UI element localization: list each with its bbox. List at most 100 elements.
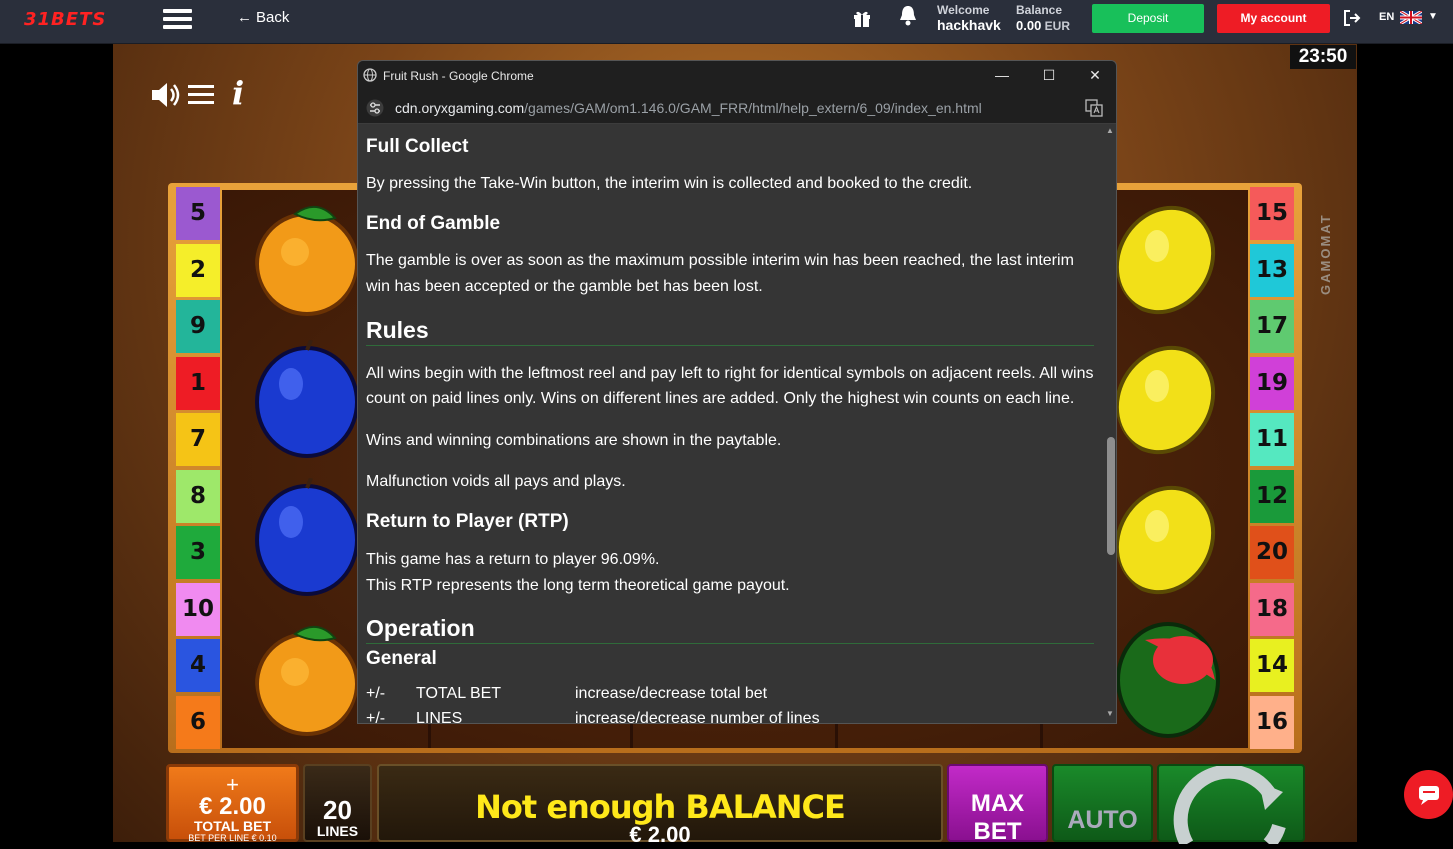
rules-text-line2: count on paid lines only. Wins on differ…	[366, 390, 1075, 407]
operation-divider	[366, 643, 1094, 644]
scroll-down-arrow-icon[interactable]: ▼	[1106, 709, 1114, 718]
bell-icon[interactable]	[898, 4, 918, 28]
help-popup-window: Fruit Rush - Google Chrome — ☐ ✕ cdn.ory…	[357, 60, 1117, 724]
left-line-number[interactable]: 9	[176, 300, 220, 353]
left-line-number[interactable]: 8	[176, 469, 220, 523]
deposit-button[interactable]: Deposit	[1092, 4, 1204, 33]
left-line-number[interactable]: 2	[176, 243, 220, 297]
right-line-number[interactable]: 16	[1250, 695, 1294, 749]
rtp-text-line1: This game has a return to player 96.09%.	[366, 551, 660, 568]
menu-icon[interactable]	[163, 9, 192, 29]
right-line-number[interactable]: 18	[1250, 582, 1294, 636]
url-text[interactable]: cdn.oryxgaming.com/games/GAM/om1.146.0/G…	[395, 100, 982, 116]
maximize-button[interactable]: ☐	[1026, 61, 1072, 92]
rules-text-paytable: Wins and winning combinations are shown …	[366, 432, 782, 449]
operation-name: TOTAL BET	[416, 685, 502, 702]
lemon-symbol	[1115, 205, 1216, 315]
orange-symbol	[255, 626, 359, 736]
left-line-number[interactable]: 3	[176, 526, 220, 579]
scrollbar-thumb[interactable]	[1107, 437, 1115, 555]
game-clock: 23:50	[1290, 45, 1356, 69]
full-collect-text: By pressing the Take-Win button, the int…	[366, 175, 973, 192]
operation-description: increase/decrease number of lines	[575, 710, 820, 724]
end-gamble-heading: End of Gamble	[366, 213, 501, 234]
right-line-number[interactable]: 13	[1250, 243, 1294, 297]
scrollbar[interactable]: ▲ ▼	[1104, 124, 1116, 723]
lemon-symbol	[1115, 485, 1216, 595]
lines-button[interactable]: 20 LINES	[303, 764, 372, 842]
max-bet-button[interactable]: MAX BET	[947, 764, 1048, 845]
full-collect-heading: Full Collect	[366, 136, 469, 157]
gift-icon[interactable]	[852, 8, 872, 28]
url-host: cdn.oryxgaming.com	[395, 100, 525, 116]
orange-symbol	[255, 206, 359, 316]
site-header: 31BETS ← Back Welcome hackhavk Balance 0.…	[0, 0, 1453, 44]
right-line-number[interactable]: 19	[1250, 356, 1294, 410]
balance-label: Balance	[1016, 3, 1063, 17]
welcome-block: Welcome hackhavk	[937, 3, 1001, 33]
window-title: Fruit Rush - Google Chrome	[383, 69, 534, 83]
back-link[interactable]: ← Back	[237, 9, 289, 26]
operation-description: increase/decrease total bet	[575, 685, 768, 702]
operation-heading: Operation	[366, 615, 475, 641]
rules-heading: Rules	[366, 317, 429, 343]
sound-icon[interactable]	[150, 80, 182, 110]
close-button[interactable]: ✕	[1072, 61, 1116, 92]
lines-label: LINES	[316, 823, 359, 839]
balance-value: 0.00	[1016, 18, 1042, 33]
window-titlebar[interactable]: Fruit Rush - Google Chrome — ☐ ✕	[358, 61, 1116, 92]
chat-icon	[1419, 786, 1439, 805]
address-bar[interactable]: cdn.oryxgaming.com/games/GAM/om1.146.0/G…	[358, 92, 1116, 124]
game-menu-icon[interactable]	[188, 85, 214, 105]
rtp-text-line2: This RTP represents the long term theore…	[366, 577, 790, 594]
total-bet-button[interactable]: + € 2.00 TOTAL BET BET PER LINE € 0.10	[166, 764, 299, 843]
message-display: Not enough BALANCE € 2.00	[377, 764, 943, 847]
right-line-number[interactable]: 12	[1250, 469, 1294, 523]
general-heading: General	[366, 648, 437, 669]
chevron-down-icon[interactable]: ▼	[1428, 11, 1438, 22]
plum-symbol	[255, 478, 359, 596]
chat-button[interactable]	[1404, 770, 1453, 819]
rules-text-line1: All wins begin with the leftmost reel an…	[366, 365, 1094, 382]
right-line-number[interactable]: 14	[1250, 639, 1294, 692]
arrow-left-icon: ←	[237, 9, 252, 26]
uk-flag-icon[interactable]	[1400, 11, 1422, 24]
language-selector[interactable]: EN	[1379, 11, 1394, 23]
translate-icon[interactable]	[1085, 99, 1103, 117]
logout-icon[interactable]	[1342, 8, 1362, 28]
left-line-number[interactable]: 4	[176, 639, 220, 692]
left-line-number[interactable]: 5	[176, 187, 220, 240]
end-gamble-text-line1: The gamble is over as soon as the maximu…	[366, 252, 1074, 269]
message-amount: € 2.00	[629, 822, 691, 847]
username: hackhavk	[937, 17, 1001, 33]
minimize-button[interactable]: —	[979, 61, 1025, 92]
site-logo[interactable]: 31BETS	[24, 9, 106, 30]
total-bet-amount: € 2.00	[199, 793, 266, 820]
my-account-button[interactable]: My account	[1217, 4, 1330, 33]
rules-divider	[366, 345, 1094, 346]
right-line-number[interactable]: 11	[1250, 413, 1294, 466]
spin-button[interactable]	[1157, 764, 1305, 849]
info-icon[interactable]: i	[232, 74, 244, 112]
brand-label: GAMOMAT	[1318, 213, 1333, 295]
operation-key: +/-	[366, 685, 386, 702]
site-settings-icon[interactable]	[366, 99, 384, 117]
left-line-number[interactable]: 1	[176, 356, 220, 410]
right-line-number[interactable]: 17	[1250, 300, 1294, 353]
left-line-number[interactable]: 7	[176, 413, 220, 466]
operation-key: +/-	[366, 710, 386, 724]
scroll-up-arrow-icon[interactable]: ▲	[1106, 126, 1114, 135]
total-bet-label: TOTAL BET	[194, 818, 271, 834]
left-line-number[interactable]: 6	[176, 695, 220, 749]
balance-message: Not enough BALANCE	[475, 788, 846, 826]
right-line-number[interactable]: 15	[1250, 187, 1294, 240]
lemon-symbol	[1115, 345, 1216, 455]
rtp-heading: Return to Player (RTP)	[366, 511, 569, 532]
autoplay-button[interactable]: AUTO	[1052, 764, 1153, 842]
help-content: Full Collect By pressing the Take-Win bu…	[358, 124, 1104, 724]
plus-icon: +	[226, 772, 239, 797]
operation-name: LINES	[416, 710, 463, 724]
end-gamble-text-line2: win has been accepted or the gamble bet …	[366, 278, 763, 295]
right-line-number[interactable]: 20	[1250, 526, 1294, 579]
left-line-number[interactable]: 10	[176, 582, 220, 636]
